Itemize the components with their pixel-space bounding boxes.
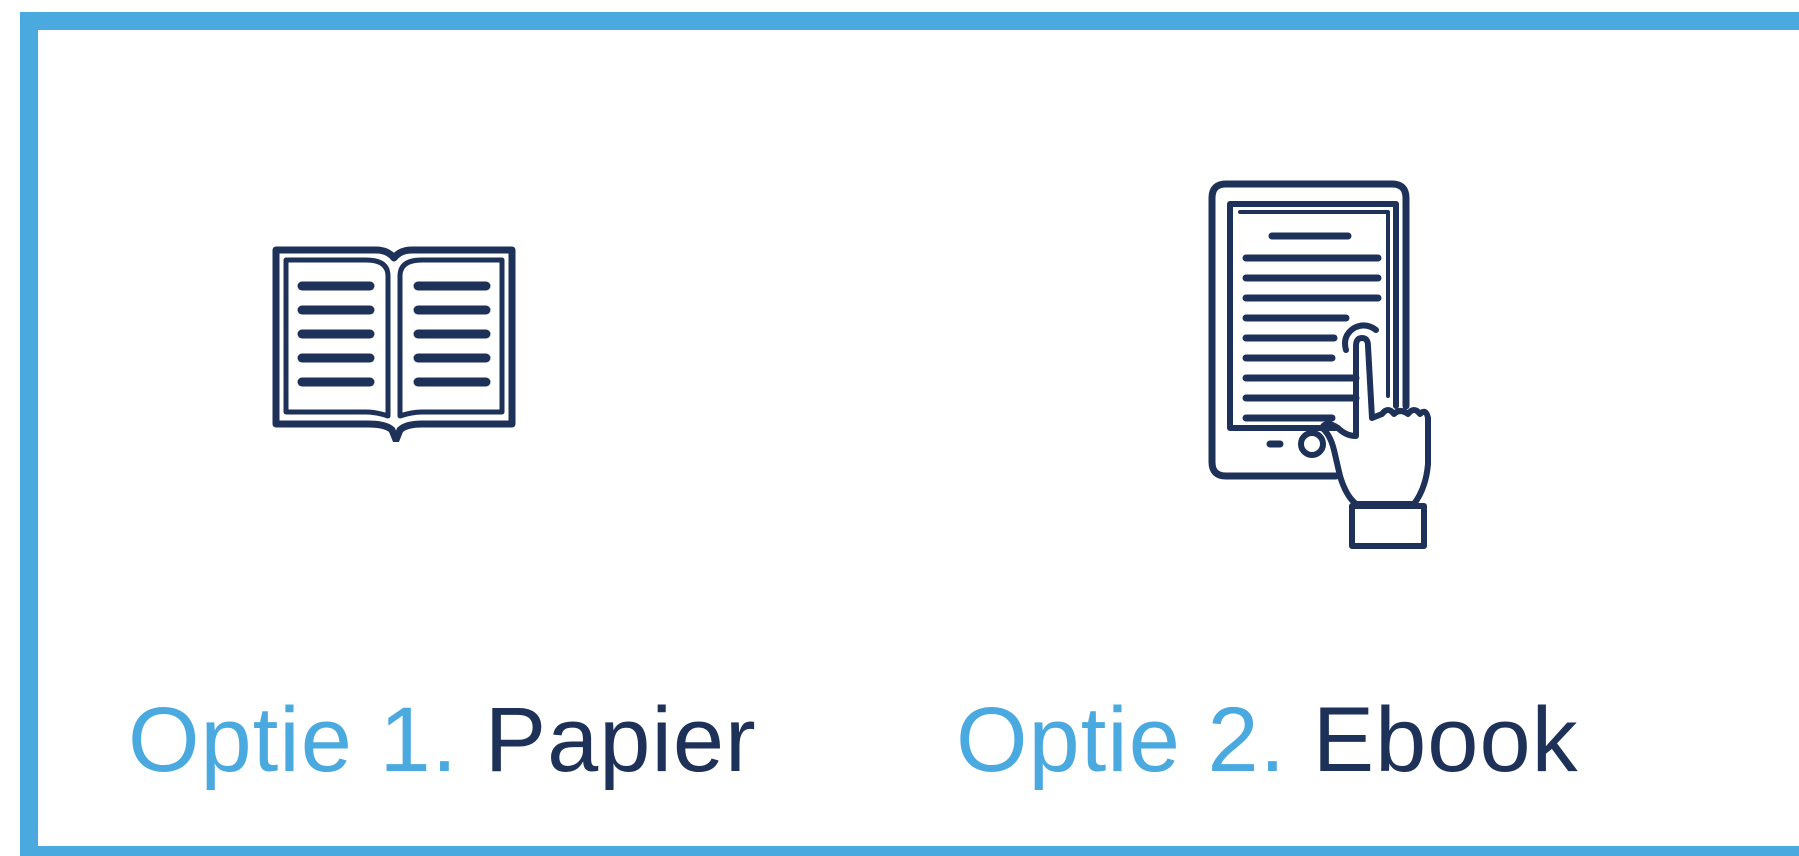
option-prefix: Optie 2. [956, 689, 1287, 791]
option-prefix: Optie 1. [128, 689, 459, 791]
option-label: Optie 1. Papier [128, 694, 757, 786]
option-name: Ebook [1312, 689, 1579, 791]
option-label: Optie 2. Ebook [956, 694, 1579, 786]
option-name: Papier [484, 689, 757, 791]
ereader-hand-icon [1206, 178, 1438, 557]
open-book-icon [272, 246, 518, 447]
